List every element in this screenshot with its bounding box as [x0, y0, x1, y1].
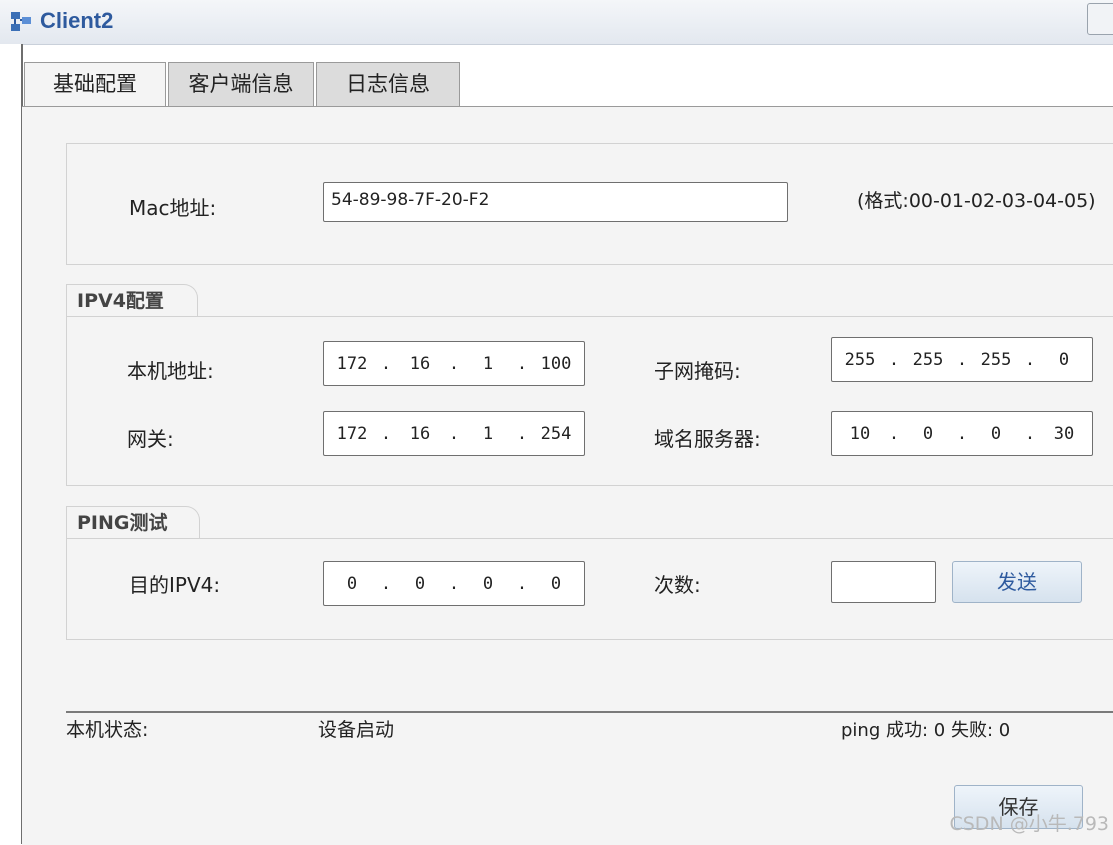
dns-input[interactable]: 10. 0. 0. 30 — [831, 411, 1093, 456]
mac-input[interactable]: 54-89-98-7F-20-F2 — [323, 182, 788, 222]
ip-octet: 16 — [409, 353, 431, 374]
ip-octet: 0 — [482, 573, 494, 594]
ip-octet: 16 — [409, 423, 431, 444]
ip-octet: 172 — [336, 353, 368, 374]
dns-label: 域名服务器: — [654, 427, 761, 451]
mac-group: Mac地址: 54-89-98-7F-20-F2 (格式:00-01-02-03… — [66, 143, 1113, 265]
ip-octet: 100 — [540, 353, 572, 374]
window-control-button[interactable] — [1087, 3, 1113, 35]
ping-count-input[interactable] — [831, 561, 936, 603]
ip-octet: 1 — [482, 423, 494, 444]
status-separator — [66, 711, 1113, 713]
config-panel: Mac地址: 54-89-98-7F-20-F2 (格式:00-01-02-03… — [22, 106, 1113, 845]
ipv4-group: 本机地址: 172. 16. 1. 100 子网掩码: 255. 255. 25… — [66, 316, 1113, 486]
tab-log-info[interactable]: 日志信息 — [316, 62, 460, 106]
status-value: 设备启动 — [318, 719, 395, 741]
gateway-input[interactable]: 172. 16. 1. 254 — [323, 411, 585, 456]
ip-octet: 0 — [550, 573, 562, 594]
window-left-edge — [0, 44, 22, 844]
ping-count-label: 次数: — [654, 573, 701, 597]
ip-octet: 255 — [912, 349, 944, 370]
watermark: CSDN @小牛.793 — [949, 813, 1109, 835]
ip-octet: 0 — [414, 573, 426, 594]
ping-result-text: ping 成功: 0 失败: 0 — [841, 720, 1011, 741]
ip-octet: 0 — [922, 423, 934, 444]
mac-format-hint: (格式:00-01-02-03-04-05) — [857, 190, 1096, 212]
title-bar: Client2 — [0, 0, 1113, 45]
window-title: Client2 — [40, 8, 114, 33]
ip-octet: 0 — [346, 573, 358, 594]
ip-octet: 30 — [1053, 423, 1075, 444]
ping-target-label: 目的IPV4: — [129, 573, 221, 597]
ip-octet: 172 — [336, 423, 368, 444]
ip-octet: 10 — [849, 423, 871, 444]
subnet-mask-label: 子网掩码: — [654, 359, 741, 383]
ip-octet: 255 — [844, 349, 876, 370]
ping-group-title: PING测试 — [66, 506, 200, 539]
ip-octet: 0 — [1058, 349, 1070, 370]
local-ip-input[interactable]: 172. 16. 1. 100 — [323, 341, 585, 386]
status-label: 本机状态: — [66, 719, 149, 741]
ipv4-group-title: IPV4配置 — [66, 284, 198, 317]
ip-octet: 1 — [482, 353, 494, 374]
subnet-mask-input[interactable]: 255. 255. 255. 0 — [831, 337, 1093, 382]
client-icon — [11, 12, 31, 31]
mac-label: Mac地址: — [129, 196, 217, 220]
tab-basic-config[interactable]: 基础配置 — [24, 62, 166, 109]
local-ip-label: 本机地址: — [127, 359, 214, 383]
ip-octet: 255 — [980, 349, 1012, 370]
ping-group: 目的IPV4: 0. 0. 0. 0 次数: 发送 — [66, 538, 1113, 640]
ip-octet: 254 — [540, 423, 572, 444]
tab-client-info[interactable]: 客户端信息 — [168, 62, 314, 106]
ip-octet: 0 — [990, 423, 1002, 444]
mac-value: 54-89-98-7F-20-F2 — [331, 190, 490, 210]
gateway-label: 网关: — [127, 427, 174, 451]
send-button[interactable]: 发送 — [952, 561, 1082, 603]
ping-target-input[interactable]: 0. 0. 0. 0 — [323, 561, 585, 606]
